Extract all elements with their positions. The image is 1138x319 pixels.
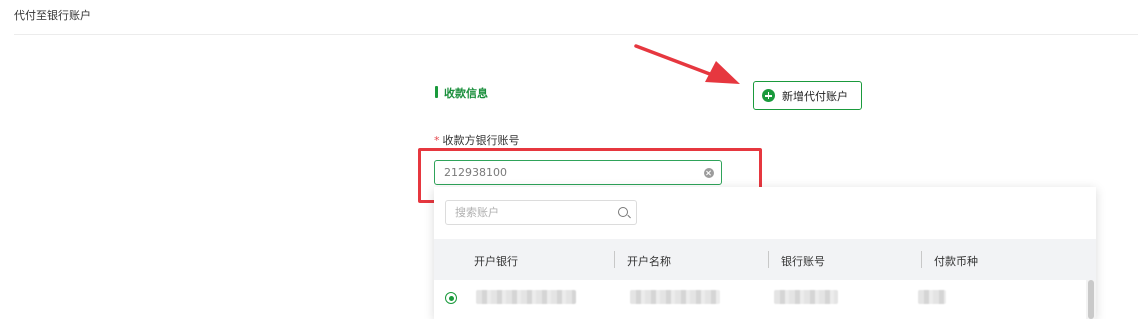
- column-separator: [921, 251, 922, 268]
- column-separator: [614, 251, 615, 268]
- section-marker: [435, 86, 438, 98]
- arrow-shaft: [634, 44, 717, 78]
- page-title: 代付至银行账户: [14, 9, 91, 22]
- column-header-account-name: 开户名称: [627, 255, 671, 268]
- account-field-label: * 收款方银行账号: [434, 132, 520, 148]
- account-field-label-text: 收款方银行账号: [442, 134, 520, 147]
- search-icon[interactable]: [618, 207, 628, 217]
- row-radio-selected[interactable]: [445, 292, 457, 304]
- blurred-bank-name: [476, 290, 576, 304]
- account-search-input[interactable]: [455, 206, 605, 219]
- blurred-account-name: [630, 290, 720, 304]
- scrollbar-thumb[interactable]: [1088, 280, 1094, 319]
- arrow-head: [705, 61, 740, 84]
- account-dropdown: 开户银行 开户名称 银行账号 付款币种: [434, 187, 1096, 319]
- column-header-account-number: 银行账号: [781, 255, 825, 268]
- account-search-box[interactable]: [445, 200, 637, 225]
- blurred-account-number: [774, 290, 838, 304]
- add-payout-account-button[interactable]: 新增代付账户: [753, 81, 862, 110]
- column-header-currency: 付款币种: [934, 255, 978, 268]
- table-row[interactable]: [434, 280, 1086, 315]
- plus-circle-icon: [762, 89, 775, 102]
- required-mark: *: [434, 134, 440, 147]
- blurred-currency: [918, 290, 946, 304]
- header-divider: [14, 34, 1138, 35]
- add-payout-account-label: 新增代付账户: [782, 89, 848, 103]
- section-title: 收款信息: [444, 87, 488, 100]
- table-header: 开户银行 开户名称 银行账号 付款币种: [434, 239, 1096, 280]
- dropdown-scrollbar[interactable]: [1086, 280, 1096, 319]
- column-separator: [768, 251, 769, 268]
- column-header-bank: 开户银行: [474, 255, 518, 268]
